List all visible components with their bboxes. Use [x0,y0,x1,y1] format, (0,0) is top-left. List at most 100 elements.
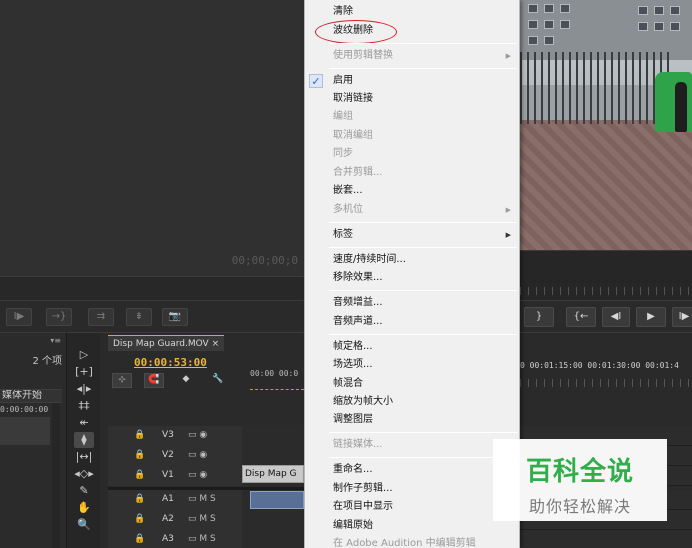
go-to-in-button[interactable]: {← [566,307,596,327]
menu-item-label: 标签 [333,229,353,240]
menu-item-label: 取消链接 [333,93,373,104]
add-marker-icon[interactable]: ◆ [176,373,196,388]
menu-item-label: 制作子剪辑... [333,483,393,494]
timeline-ruler[interactable]: 00:00 00:0 [250,369,304,385]
go-to-out-button[interactable]: →} [46,308,72,326]
menu-item-adjustment-layer[interactable]: 调整图层 [305,411,519,429]
step-forward-button[interactable]: I▶ [6,308,32,326]
pen-tool-icon[interactable]: ✎ [74,483,94,499]
overwrite-button[interactable]: ⇟ [126,308,152,326]
track-visibility-icons[interactable]: ▭ ◉ [188,470,207,480]
list-item[interactable]: 0:00:00:00 [0,403,50,417]
timeline-panel: Disp Map Guard.MOV × 00:00:53:00 ⊹ 🧲 ◆ 🔧… [100,332,304,548]
menu-item-ungroup: 取消编组 [305,127,519,145]
snap-icon[interactable]: 🧲 [144,373,164,388]
selection-tool-icon[interactable]: ▷ [74,347,94,363]
track-visibility-icons[interactable]: ▭ ◉ [188,450,207,460]
project-scrollbar[interactable] [52,403,60,548]
menu-item-frame-hold[interactable]: 帧定格... [305,338,519,356]
insert-button[interactable]: ⇉ [88,308,114,326]
menu-item-label: 链接媒体... [333,439,383,450]
menu-item-label: 缩放为帧大小 [333,396,393,407]
step-forward-button-program[interactable]: I▶ [672,307,692,327]
menu-item-label: 在项目中显示 [333,501,393,512]
track-name: V3 [162,430,174,440]
program-monitor-video [520,0,692,250]
watermark-subtitle: 助你轻松解决 [528,497,631,516]
track-lane[interactable] [520,530,692,548]
menu-item-label: 编辑原始 [333,520,373,531]
lock-icon[interactable]: 🔒 [134,494,145,506]
export-frame-icon[interactable]: 📷 [162,308,188,326]
menu-item-link-media: 链接媒体... [305,436,519,454]
track-audio-icons[interactable]: ▭ M S [188,534,216,544]
play-button[interactable]: ▶ [636,307,666,327]
timeline-toolbar: ⊹ 🧲 ◆ 🔧 [110,373,234,389]
menu-item-edit-original[interactable]: 编辑原始 [305,517,519,535]
track-v3[interactable]: 🔒 V3 ▭ ◉ [108,426,304,446]
video-clip[interactable]: Disp Map G [242,465,304,483]
mark-out-button[interactable]: } [524,307,554,327]
column-header-media-start[interactable]: 媒体开始 [0,389,62,403]
lock-icon[interactable]: 🔒 [134,470,145,482]
menu-item-enable[interactable]: ✓ 启用 [305,72,519,90]
track-select-tool-icon[interactable]: [+] [74,364,94,380]
audio-clip[interactable] [250,491,304,509]
lock-icon[interactable]: 🔒 [134,514,145,526]
menu-item-label: 嵌套... [333,185,363,196]
menu-item-label: 在 Adobe Audition 中编辑剪辑 [333,538,476,548]
lock-icon[interactable]: 🔒 [134,450,145,462]
tab-sequence[interactable]: Disp Map Guard.MOV × [108,335,225,351]
nest-toggle-icon[interactable]: ⊹ [112,373,132,388]
track-a2[interactable]: 🔒 A2 ▭ M S [108,510,304,530]
menu-item-audio-channels[interactable]: 音频声道... [305,313,519,331]
menu-item-nest[interactable]: 嵌套... [305,182,519,200]
menu-item-label-submenu[interactable]: 标签 ▶ [305,226,519,244]
slip-tool-icon[interactable]: |↔| [74,449,94,465]
timeline-timecode[interactable]: 00:00:53:00 [134,356,207,369]
watermark-title: 百科全说 [525,457,634,487]
zoom-tool-icon[interactable]: 🔍 [74,517,94,533]
track-name: V1 [162,470,174,480]
menu-item-unlink[interactable]: 取消链接 [305,90,519,108]
rolling-edit-tool-icon[interactable]: ‡‡ [74,398,94,414]
lock-icon[interactable]: 🔒 [134,534,145,546]
program-ruler[interactable] [520,250,692,300]
track-audio-icons[interactable]: ▭ M S [188,514,216,524]
hand-tool-icon[interactable]: ✋ [74,500,94,516]
panel-menu-icon[interactable]: ▾≡ [50,336,61,345]
source-ruler[interactable] [0,276,304,300]
timeline-ruler-right[interactable]: 0 00:01:15:00 00:01:30:00 00:01:4 [520,361,692,377]
menu-item-label: 音频增益... [333,297,383,308]
program-transport-controls: } {← ◀I ▶ I▶ [520,300,692,332]
track-name: V2 [162,450,174,460]
rate-stretch-tool-icon[interactable]: ↞ [74,415,94,431]
track-a3[interactable]: 🔒 A3 ▭ M S [108,530,304,548]
menu-item-label: 取消编组 [333,130,373,141]
ripple-edit-tool-icon[interactable]: ◂|▸ [74,381,94,397]
source-timecode: 00;00;00;0 [231,254,298,267]
wrench-icon[interactable]: 🔧 [208,373,228,388]
check-icon: ✓ [309,74,323,88]
list-item[interactable] [0,417,50,445]
menu-item-clear[interactable]: 清除 [305,3,519,21]
menu-item-scale-to-frame[interactable]: 缩放为帧大小 [305,393,519,411]
slide-tool-icon[interactable]: ◂◇▸ [74,466,94,482]
menu-item-remove-effects[interactable]: 移除效果... [305,269,519,287]
menu-item-reveal-in-project[interactable]: 在项目中显示 [305,498,519,516]
menu-item-audio-gain[interactable]: 音频增益... [305,294,519,312]
menu-item-field-options[interactable]: 场选项... [305,356,519,374]
step-back-button[interactable]: ◀I [602,307,630,327]
submenu-arrow-icon: ▶ [505,231,511,239]
lock-icon[interactable]: 🔒 [134,430,145,442]
track-visibility-icons[interactable]: ▭ ◉ [188,430,207,440]
track-v2[interactable]: 🔒 V2 ▭ ◉ [108,446,304,466]
track-audio-icons[interactable]: ▭ M S [188,494,216,504]
track-name: A3 [162,534,174,544]
submenu-arrow-icon: ▶ [505,206,511,214]
menu-item-speed-duration[interactable]: 速度/持续时间... [305,251,519,269]
menu-item-rename[interactable]: 重命名... [305,461,519,479]
razor-tool-icon[interactable]: ⧫ [74,432,94,448]
menu-item-frame-blend[interactable]: 帧混合 [305,375,519,393]
menu-item-make-subclip[interactable]: 制作子剪辑... [305,480,519,498]
